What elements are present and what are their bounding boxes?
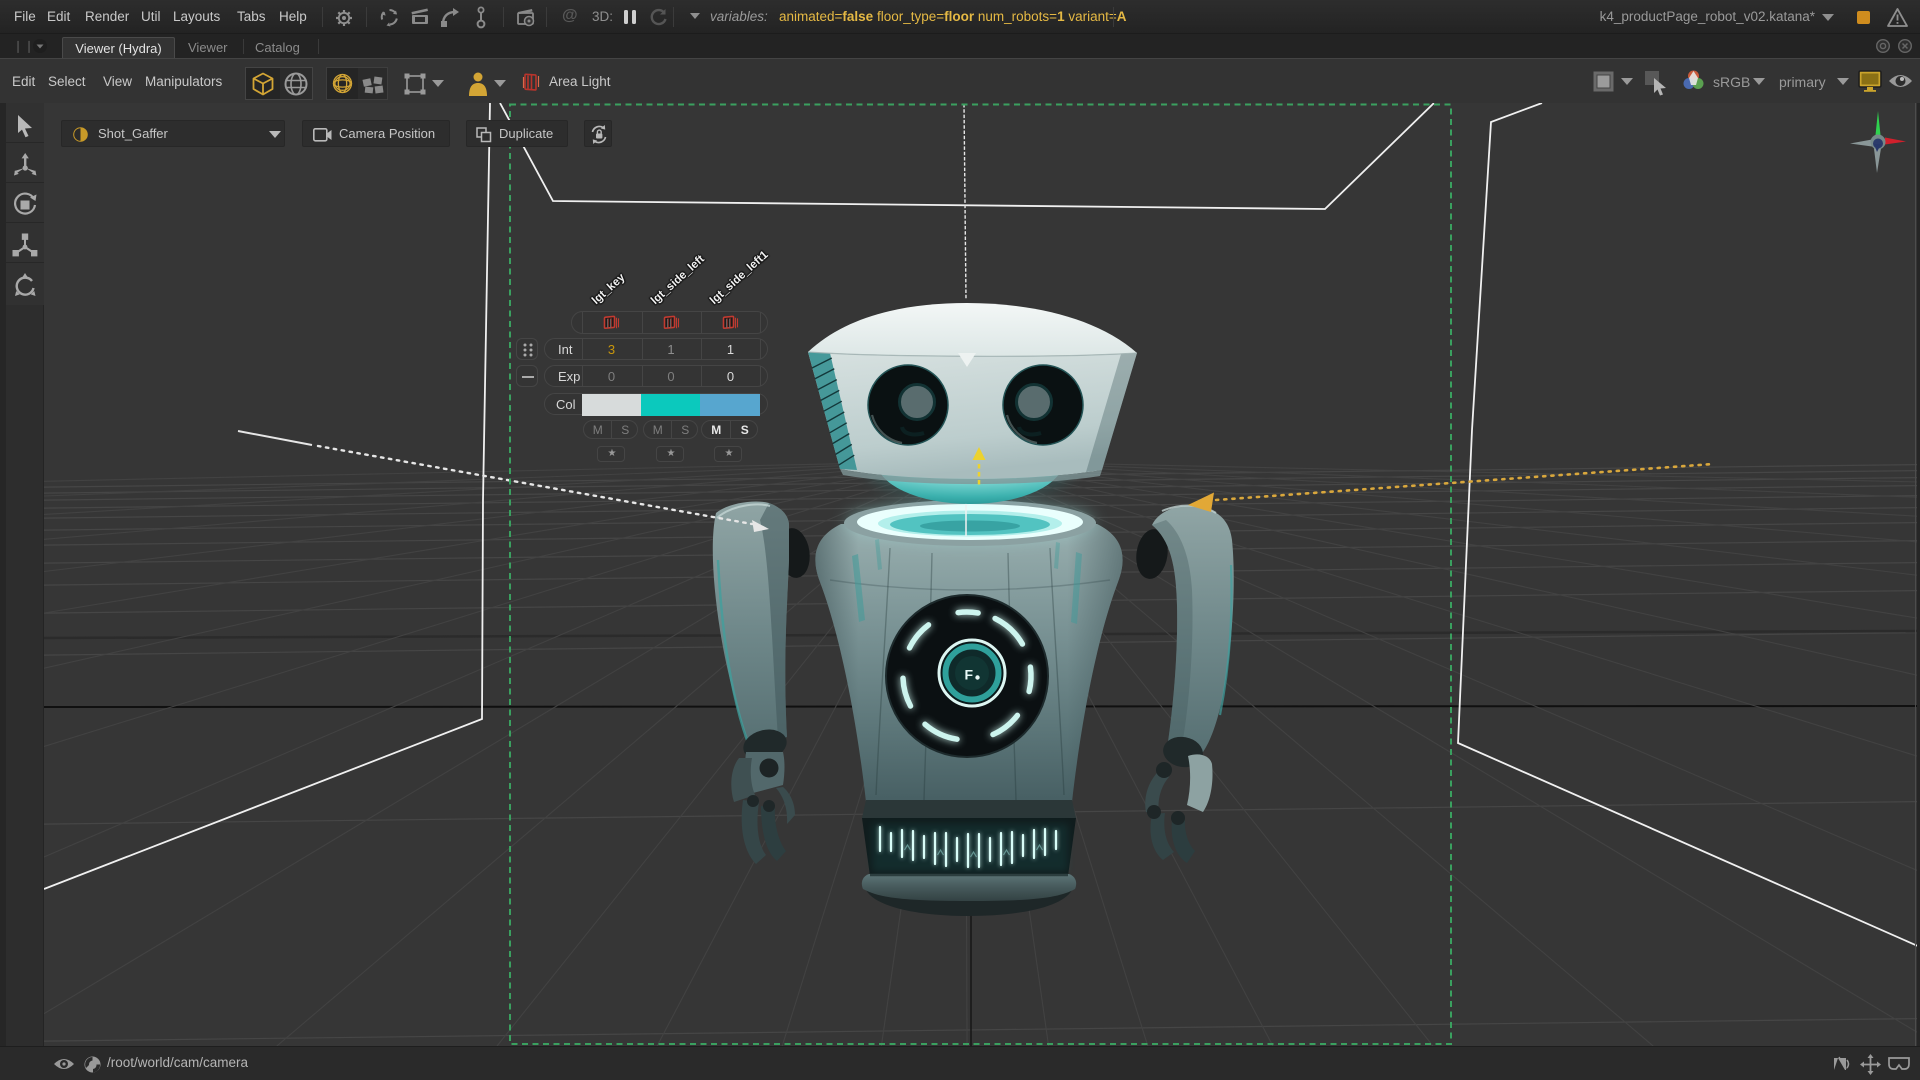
svg-text:F: F: [965, 667, 974, 683]
